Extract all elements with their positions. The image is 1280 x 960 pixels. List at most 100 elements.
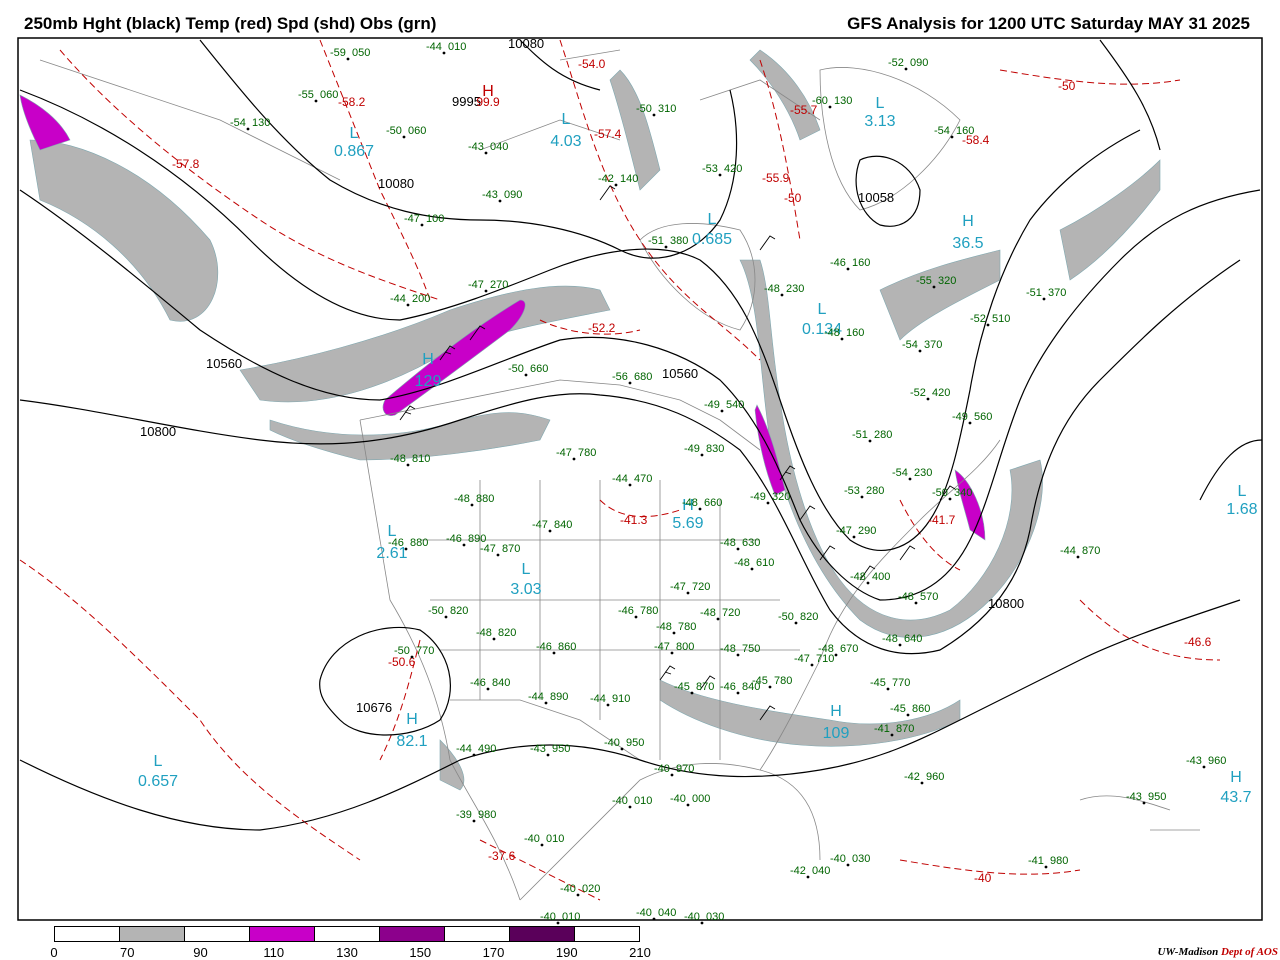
obs-station-dot	[544, 701, 548, 705]
obs-height: 030	[706, 911, 724, 923]
obs-station-dot	[652, 113, 656, 117]
obs-temp: -52	[888, 57, 904, 69]
center-value: 0.685	[692, 231, 732, 248]
center-value: 3.13	[864, 113, 895, 130]
obs-height: 890	[550, 691, 568, 703]
obs-height: 710	[816, 653, 834, 665]
obs-temp: -51	[852, 429, 868, 441]
obs-temp: -47	[468, 279, 484, 291]
obs-temp: -45	[890, 703, 906, 715]
obs-station-dot	[846, 863, 850, 867]
obs-station-dot	[402, 135, 406, 139]
obs-temp: -55	[916, 275, 932, 287]
obs-temp: -52	[910, 387, 926, 399]
height-label: 10676	[356, 700, 392, 715]
obs-station-dot	[556, 921, 560, 925]
obs-height: 840	[554, 519, 572, 531]
obs-height: 720	[722, 607, 740, 619]
obs-height: 880	[476, 493, 494, 505]
legend-tick-label: 190	[555, 945, 578, 960]
temp-label: -55.9	[762, 171, 790, 185]
obs-height: 200	[412, 293, 430, 305]
obs-temp: -40	[540, 911, 556, 923]
center-value: 0.867	[334, 143, 374, 160]
obs-height: 010	[546, 833, 564, 845]
center-value: 129	[415, 373, 442, 390]
obs-height: 060	[408, 125, 426, 137]
legend-segment	[510, 927, 575, 941]
obs-temp: -53	[702, 163, 718, 175]
obs-station-dot	[484, 289, 488, 293]
obs-height: 400	[872, 571, 890, 583]
obs-station-dot	[314, 99, 318, 103]
obs-height: 640	[904, 633, 922, 645]
obs-station-dot	[628, 381, 632, 385]
obs-station-dot	[546, 753, 550, 757]
obs-temp: -44	[590, 693, 606, 705]
obs-height: 160	[956, 125, 974, 137]
obs-height: 420	[724, 163, 742, 175]
obs-station-dot	[486, 687, 490, 691]
obs-station-dot	[736, 547, 740, 551]
height-label: 10560	[206, 356, 242, 371]
obs-temp: -47	[670, 581, 686, 593]
obs-temp: -50	[932, 487, 948, 499]
obs-temp: -40	[670, 793, 686, 805]
height-label: 10080	[508, 36, 544, 51]
center-value: 109	[823, 725, 850, 742]
obs-station-dot	[686, 591, 690, 595]
credit-dept: Dept of AOS	[1220, 946, 1278, 958]
obs-height: 950	[626, 737, 644, 749]
obs-temp: -50	[394, 645, 410, 657]
obs-station-dot	[406, 463, 410, 467]
obs-temp: -54	[230, 117, 246, 129]
obs-height: 820	[498, 627, 516, 639]
obs-temp: -42	[598, 173, 614, 185]
height-label: 10800	[988, 596, 1024, 611]
obs-station-dot	[716, 617, 720, 621]
obs-temp: -46	[830, 257, 846, 269]
obs-height: 280	[866, 485, 884, 497]
obs-temp: -42	[904, 771, 920, 783]
obs-temp: -45	[752, 675, 768, 687]
obs-height: 780	[678, 621, 696, 633]
analysis-time: GFS Analysis for 1200 UTC Saturday MAY 3…	[847, 14, 1250, 33]
obs-temp: -46	[446, 533, 462, 545]
center-letter: L	[522, 561, 531, 578]
obs-height: 490	[478, 743, 496, 755]
obs-temp: -49	[704, 399, 720, 411]
obs-station-dot	[346, 57, 350, 61]
obs-height: 050	[352, 47, 370, 59]
obs-temp: -52	[970, 313, 986, 325]
obs-height: 780	[578, 447, 596, 459]
wind-speed-legend	[54, 926, 640, 942]
obs-height: 870	[1082, 545, 1100, 557]
obs-height: 870	[696, 681, 714, 693]
center-letter: L	[818, 301, 827, 318]
obs-height: 340	[954, 487, 972, 499]
obs-station-dot	[810, 663, 814, 667]
obs-station-dot	[628, 483, 632, 487]
center-value: 43.7	[1220, 789, 1251, 806]
obs-temp: -48	[898, 591, 914, 603]
obs-station-dot	[736, 691, 740, 695]
obs-station-dot	[904, 67, 908, 71]
obs-temp: -45	[674, 681, 690, 693]
legend-tick-label: 170	[482, 945, 505, 960]
obs-station-dot	[698, 507, 702, 511]
legend-segment	[445, 927, 510, 941]
obs-height: 100	[426, 213, 444, 225]
obs-height: 680	[634, 371, 652, 383]
credit-org: UW-Madison	[1157, 946, 1219, 958]
legend-segment	[185, 927, 250, 941]
obs-height: 870	[896, 723, 914, 735]
obs-station-dot	[860, 495, 864, 499]
legend-tick-label: 90	[193, 945, 208, 960]
obs-height: 570	[920, 591, 938, 603]
obs-height: 040	[812, 865, 830, 877]
obs-station-dot	[890, 733, 894, 737]
obs-height: 380	[670, 235, 688, 247]
obs-station-dot	[444, 615, 448, 619]
obs-station-dot	[576, 893, 580, 897]
obs-station-dot	[664, 245, 668, 249]
